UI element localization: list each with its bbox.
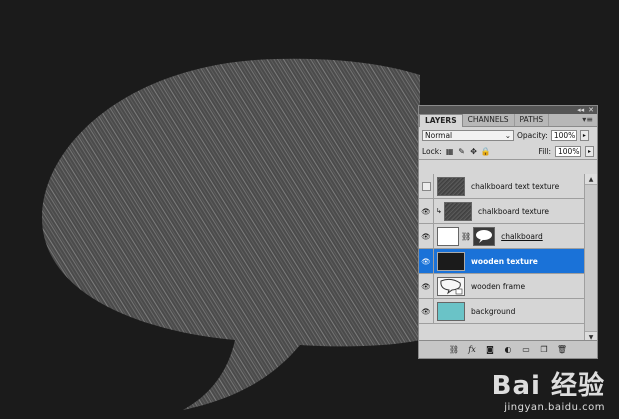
layers-list: chalkboard text texture 👁 ↳ chalkboard t… [419,173,585,324]
lock-label: Lock: [422,146,442,156]
scroll-up-icon[interactable]: ▲ [585,174,597,185]
layer-thumbnail [437,176,465,196]
fill-input[interactable]: 100% [555,145,581,157]
smart-object-icon [440,278,463,294]
tab-channels[interactable]: CHANNELS [463,114,515,126]
layer-thumbnail [437,301,465,321]
layer-thumbnail [437,226,459,246]
close-icon[interactable]: ✕ [588,106,594,114]
new-group-icon[interactable]: ▭ [521,345,531,355]
visibility-toggle[interactable]: 👁 [419,223,434,249]
watermark-logo: Bai 经验 [491,371,605,401]
visibility-toggle[interactable]: 👁 [419,298,434,324]
lock-image-pixels-icon[interactable]: ✎ [458,147,466,156]
speech-bubble-icon [476,229,493,243]
panel-titlebar: ◂◂ ✕ [419,106,597,114]
speech-bubble-shape [41,58,420,411]
layers-scrollbar[interactable]: ▲ ▼ [584,174,597,342]
eye-icon: 👁 [421,256,431,266]
trash-icon[interactable]: 🗑 [557,345,567,355]
panel-tabs: LAYERS CHANNELS PATHS ▾≡ [419,114,597,127]
layer-row-chalkboard[interactable]: 👁 ⛓ chalkboard [419,223,585,249]
lock-all-icon[interactable]: 🔒 [481,147,491,156]
blend-mode-value: Normal [425,130,453,140]
hidden-eye-box [421,181,431,191]
layer-name: wooden frame [471,281,526,291]
visibility-toggle[interactable]: 👁 [419,248,434,274]
chevron-down-icon: ⌄ [504,130,511,140]
panel-menu-icon[interactable]: ▾≡ [582,115,593,124]
visibility-toggle[interactable] [419,173,434,199]
layer-row-chalkboard-text-texture[interactable]: chalkboard text texture [419,173,585,199]
visibility-toggle[interactable]: 👁 [419,198,434,224]
collapse-icon[interactable]: ◂◂ [577,106,584,114]
lock-position-icon[interactable]: ✥ [470,147,478,156]
layer-thumbnail [437,251,465,271]
lock-row: Lock: ▦ ✎ ✥ 🔒 Fill: 100% ▸ [419,143,597,160]
link-layers-icon[interactable]: ⛓ [449,345,459,355]
layer-thumbnail [437,276,465,296]
blend-mode-select[interactable]: Normal ⌄ [422,129,514,141]
eye-icon: 👁 [421,231,431,241]
layer-row-wooden-texture[interactable]: 👁 wooden texture [419,248,585,274]
layer-name: background [471,306,516,316]
layer-name: chalkboard [501,231,543,241]
layer-row-background[interactable]: 👁 background [419,298,585,324]
fill-label: Fill: [538,146,551,156]
layer-name: chalkboard text texture [471,181,560,191]
layer-thumbnail [444,201,472,221]
layer-name: chalkboard texture [478,206,550,216]
adjustment-layer-icon[interactable]: ◐ [503,345,513,355]
layer-style-icon[interactable]: fx [467,345,477,355]
baidu-watermark: Bai 经验 jingyan.baidu.com [492,365,605,413]
vector-mask-thumbnail[interactable] [473,226,496,246]
tab-paths[interactable]: PATHS [515,114,550,126]
eye-icon: 👁 [421,306,431,316]
layer-name: wooden texture [471,256,538,266]
layer-row-wooden-frame[interactable]: 👁 wooden frame [419,273,585,299]
opacity-slider-button[interactable]: ▸ [579,129,589,141]
visibility-toggle[interactable]: 👁 [419,273,434,299]
fill-slider-button[interactable]: ▸ [585,145,594,157]
layer-row-chalkboard-texture[interactable]: 👁 ↳ chalkboard texture [419,198,585,224]
lock-transparent-pixels-icon[interactable]: ▦ [446,147,454,156]
blend-row: Normal ⌄ Opacity: 100% ▸ [419,127,597,143]
panel-footer: ⛓ fx ◙ ◐ ▭ ❐ 🗑 [419,340,597,358]
eye-icon: 👁 [421,206,431,216]
add-mask-icon[interactable]: ◙ [485,345,495,355]
opacity-input[interactable]: 100% [550,129,577,141]
eye-icon: 👁 [421,281,431,291]
tab-layers[interactable]: LAYERS [419,114,463,127]
layers-panel: ◂◂ ✕ LAYERS CHANNELS PATHS ▾≡ Normal ⌄ O… [418,105,598,359]
watermark-url: jingyan.baidu.com [504,402,605,413]
opacity-label: Opacity: [517,130,548,140]
opacity-value: 100% [553,130,576,140]
fill-value: 100% [558,146,580,156]
clipping-mask-icon: ↳ [436,207,442,215]
new-layer-icon[interactable]: ❐ [539,345,549,355]
chain-link-icon[interactable]: ⛓ [461,232,471,241]
